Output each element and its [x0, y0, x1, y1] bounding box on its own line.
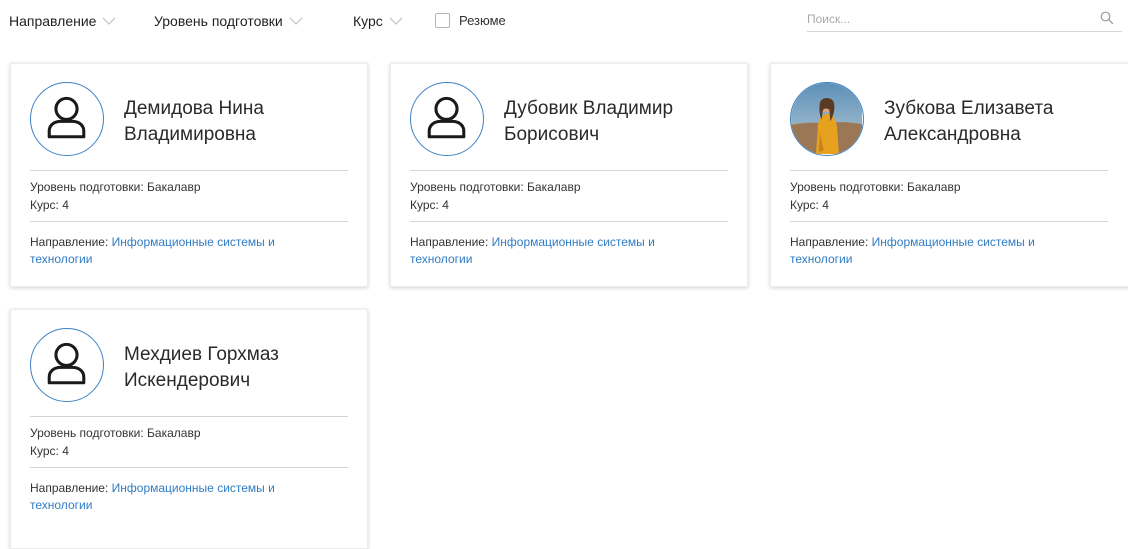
course-label: Курс: — [30, 444, 59, 458]
course-row: Курс: 4 — [410, 197, 449, 213]
filter-bar: Направление Уровень подготовки Курс Резю… — [0, 0, 1128, 44]
search-icon[interactable] — [1100, 11, 1114, 25]
resume-checkbox[interactable] — [435, 13, 450, 28]
level-label: Уровень подготовки: — [410, 180, 524, 194]
direction-label: Направление: — [30, 481, 109, 495]
divider — [790, 221, 1108, 222]
avatar — [30, 82, 104, 156]
resume-checkbox-wrap[interactable]: Резюме — [435, 13, 506, 28]
course-value: 4 — [822, 198, 829, 212]
student-name[interactable]: Мехдиев Горхмаз Искендерович — [124, 342, 354, 394]
direction-row: Направление: Информационные системы и те… — [790, 234, 1100, 268]
search-input[interactable] — [807, 10, 1087, 28]
direction-label: Направление: — [30, 235, 109, 249]
direction-row: Направление: Информационные системы и те… — [30, 480, 340, 514]
course-row: Курс: 4 — [30, 197, 69, 213]
chevron-down-icon — [389, 17, 403, 25]
student-card[interactable]: Зубкова Елизавета Александровна Уровень … — [770, 63, 1128, 287]
level-value: Бакалавр — [527, 180, 581, 194]
level-value: Бакалавр — [147, 426, 201, 440]
divider — [30, 170, 348, 171]
level-value: Бакалавр — [907, 180, 961, 194]
level-label: Уровень подготовки: — [790, 180, 904, 194]
divider — [410, 221, 728, 222]
level-row: Уровень подготовки: Бакалавр — [30, 425, 201, 441]
avatar — [30, 328, 104, 402]
level-filter[interactable]: Уровень подготовки — [154, 13, 303, 29]
chevron-down-icon — [289, 17, 303, 25]
direction-row: Направление: Информационные системы и те… — [410, 234, 720, 268]
photo-avatar — [791, 83, 862, 154]
course-filter[interactable]: Курс — [353, 13, 403, 29]
divider — [30, 416, 348, 417]
course-filter-label: Курс — [353, 13, 383, 29]
student-name[interactable]: Дубовик Владимир Борисович — [504, 96, 734, 148]
course-value: 4 — [62, 444, 69, 458]
level-row: Уровень подготовки: Бакалавр — [790, 179, 961, 195]
avatar — [410, 82, 484, 156]
divider — [790, 170, 1108, 171]
student-card[interactable]: Дубовик Владимир Борисович Уровень подго… — [390, 63, 748, 287]
resume-checkbox-label: Резюме — [459, 13, 506, 28]
avatar — [790, 82, 864, 156]
course-label: Курс: — [790, 198, 819, 212]
level-filter-label: Уровень подготовки — [154, 13, 283, 29]
course-value: 4 — [442, 198, 449, 212]
level-label: Уровень подготовки: — [30, 426, 144, 440]
course-label: Курс: — [30, 198, 59, 212]
level-row: Уровень подготовки: Бакалавр — [30, 179, 201, 195]
level-label: Уровень подготовки: — [30, 180, 144, 194]
course-label: Курс: — [410, 198, 439, 212]
direction-filter-label: Направление — [9, 13, 97, 29]
user-icon — [47, 96, 86, 139]
search-box — [807, 10, 1122, 32]
user-icon — [47, 342, 86, 385]
divider — [30, 467, 348, 468]
divider — [410, 170, 728, 171]
level-row: Уровень подготовки: Бакалавр — [410, 179, 581, 195]
level-value: Бакалавр — [147, 180, 201, 194]
divider — [30, 221, 348, 222]
direction-label: Направление: — [410, 235, 489, 249]
course-row: Курс: 4 — [30, 443, 69, 459]
user-icon — [427, 96, 466, 139]
course-value: 4 — [62, 198, 69, 212]
student-card[interactable]: Мехдиев Горхмаз Искендерович Уровень под… — [10, 309, 368, 549]
student-name[interactable]: Демидова Нина Владимировна — [124, 96, 354, 148]
student-card[interactable]: Демидова Нина Владимировна Уровень подго… — [10, 63, 368, 287]
course-row: Курс: 4 — [790, 197, 829, 213]
chevron-down-icon — [103, 17, 116, 25]
direction-row: Направление: Информационные системы и те… — [30, 234, 340, 268]
direction-filter[interactable]: Направление — [9, 13, 116, 29]
direction-label: Направление: — [790, 235, 869, 249]
student-name[interactable]: Зубкова Елизавета Александровна — [884, 96, 1114, 148]
